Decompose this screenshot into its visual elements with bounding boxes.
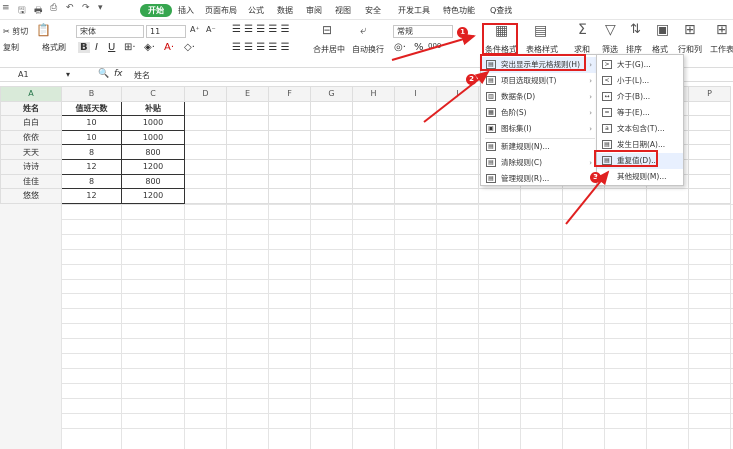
arrow-1 bbox=[391, 33, 476, 61]
annotation-arrows bbox=[391, 33, 610, 225]
arrow-3 bbox=[565, 170, 610, 225]
arrow-2 bbox=[423, 70, 490, 123]
